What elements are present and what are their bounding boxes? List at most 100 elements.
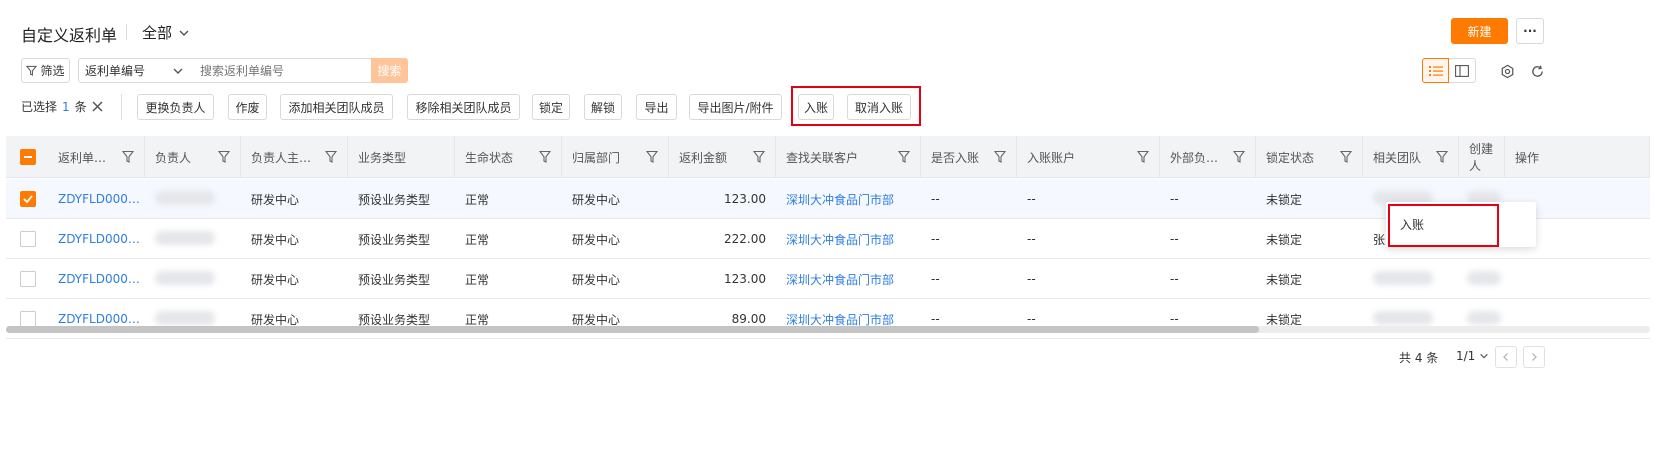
clear-selection-button[interactable] <box>90 99 104 113</box>
column-filter-button[interactable] <box>324 150 338 166</box>
remove-team-member-button[interactable]: 移除相关团队成员 <box>407 94 520 120</box>
cell-posted: -- <box>931 272 940 286</box>
column-header-label: 业务类型 <box>358 150 407 165</box>
column-header[interactable]: 查找关联客户 <box>776 136 921 178</box>
filter-button[interactable]: 筛选 <box>21 58 70 83</box>
gear-icon <box>1501 64 1513 78</box>
column-header-label: 入账账户 <box>1027 150 1076 165</box>
column-header[interactable]: 返利金额 <box>669 136 776 178</box>
column-header[interactable]: 相关团队 <box>1363 136 1459 178</box>
column-filter-button[interactable] <box>1232 150 1246 166</box>
column-header[interactable]: 外部负… <box>1160 136 1256 178</box>
column-header[interactable]: 操作 <box>1505 136 1650 178</box>
column-filter-button[interactable] <box>1339 150 1353 166</box>
export-button[interactable]: 导出 <box>636 94 677 120</box>
column-header[interactable]: 归属部门 <box>562 136 669 178</box>
cell-customer[interactable]: 深圳大冲食品门市部 <box>776 299 921 339</box>
cell-id[interactable]: ZDYFLD000… <box>48 179 145 219</box>
cell-biz-type: 预设业务类型 <box>358 192 431 207</box>
add-team-member-button[interactable]: 添加相关团队成员 <box>280 94 393 120</box>
cell-customer[interactable]: 深圳大冲食品门市部 <box>776 259 921 299</box>
list-view-button[interactable] <box>1422 58 1449 83</box>
column-header[interactable]: 生命状态 <box>455 136 562 178</box>
filter-icon <box>1339 150 1353 163</box>
filter-icon <box>121 150 135 163</box>
chevron-left-icon <box>1503 353 1508 361</box>
column-filter-button[interactable] <box>993 150 1007 166</box>
view-selector[interactable]: 全部 <box>142 22 190 43</box>
more-button[interactable]: ··· <box>1516 18 1544 44</box>
scrollbar-thumb[interactable] <box>6 326 1259 333</box>
cell-id[interactable]: ZDYFLD000… <box>48 259 145 299</box>
table-row[interactable]: ZDYFLD000… 研发中心 预设业务类型 正常 研发中心 89.00 深圳大冲食品门市部… <box>6 299 1650 339</box>
column-header-label: 相关团队 <box>1373 150 1422 165</box>
column-header[interactable]: 返利单… <box>48 136 145 178</box>
column-header[interactable]: 锁定状态 <box>1256 136 1363 178</box>
column-header-label: 归属部门 <box>572 150 621 165</box>
cell-lock: 未锁定 <box>1266 272 1303 287</box>
column-filter-button[interactable] <box>1435 150 1449 166</box>
split-view-button[interactable] <box>1449 58 1476 83</box>
column-header[interactable]: 负责人主… <box>241 136 348 178</box>
cell-dept: 研发中心 <box>572 272 621 287</box>
cell-customer[interactable]: 深圳大冲食品门市部 <box>776 219 921 259</box>
cell-customer[interactable]: 深圳大冲食品门市部 <box>776 179 921 219</box>
cell-amount: 123.00 <box>724 192 766 206</box>
table-row[interactable]: ZDYFLD000… 研发中心 预设业务类型 正常 研发中心 123.00 深圳大冲食品门市… <box>6 259 1650 299</box>
creator-redacted <box>1467 271 1501 285</box>
column-filter-button[interactable] <box>645 150 659 166</box>
owner-avatar-redacted <box>155 311 215 325</box>
column-header[interactable]: 创建人 <box>1459 136 1505 178</box>
prev-page-button[interactable] <box>1495 346 1517 368</box>
column-header-label: 是否入账 <box>931 150 980 165</box>
new-button[interactable]: 新建 <box>1451 18 1508 44</box>
column-filter-button[interactable] <box>897 150 911 166</box>
cell-lock: 未锁定 <box>1266 232 1303 247</box>
column-header[interactable]: 业务类型 <box>348 136 455 178</box>
cell-biz-type: 预设业务类型 <box>358 232 431 247</box>
column-filter-button[interactable] <box>121 150 135 166</box>
cell-posted: -- <box>931 232 940 246</box>
column-filter-button[interactable] <box>752 150 766 166</box>
column-filter-button[interactable] <box>538 150 552 166</box>
cell-dept: 研发中心 <box>572 312 621 327</box>
change-owner-button[interactable]: 更换负责人 <box>137 94 214 120</box>
page-selector[interactable]: 1/1 <box>1456 349 1489 363</box>
row-checkbox[interactable] <box>20 311 36 327</box>
column-header-label: 负责人主… <box>251 150 312 165</box>
title-divider <box>126 24 127 40</box>
settings-button[interactable] <box>1498 62 1516 80</box>
cell-account: -- <box>1027 312 1036 326</box>
cell-id[interactable]: ZDYFLD000… <box>48 299 145 339</box>
cell-ext: -- <box>1170 192 1179 206</box>
row-checkbox[interactable] <box>20 191 36 207</box>
next-page-button[interactable] <box>1523 346 1545 368</box>
owner-avatar-redacted <box>155 271 215 285</box>
select-all-checkbox[interactable] <box>20 149 36 165</box>
column-header[interactable]: 是否入账 <box>921 136 1017 178</box>
column-filter-button[interactable] <box>217 150 231 166</box>
horizontal-scrollbar[interactable] <box>6 326 1650 333</box>
chevron-down-icon <box>179 30 189 36</box>
filter-icon <box>324 150 338 163</box>
column-header[interactable]: 负责人 <box>145 136 241 178</box>
refresh-button[interactable] <box>1528 62 1546 80</box>
search-field-select[interactable]: 返利单编号 <box>78 58 193 83</box>
filter-icon <box>752 150 766 163</box>
unlock-button[interactable]: 解锁 <box>584 94 622 120</box>
export-images-button[interactable]: 导出图片/附件 <box>689 94 782 120</box>
cell-account: -- <box>1027 232 1036 246</box>
cell-amount: 89.00 <box>731 312 766 326</box>
cell-life: 正常 <box>465 232 490 247</box>
search-button[interactable]: 搜索 <box>371 58 408 83</box>
filter-icon <box>897 150 911 163</box>
cell-id[interactable]: ZDYFLD000… <box>48 219 145 259</box>
search-input[interactable] <box>192 58 372 83</box>
lock-button[interactable]: 锁定 <box>532 94 570 120</box>
void-button[interactable]: 作废 <box>228 94 267 120</box>
column-header[interactable]: 入账账户 <box>1017 136 1160 178</box>
column-filter-button[interactable] <box>1136 150 1150 166</box>
row-checkbox[interactable] <box>20 231 36 247</box>
cell-ext: -- <box>1170 312 1179 326</box>
row-checkbox[interactable] <box>20 271 36 287</box>
